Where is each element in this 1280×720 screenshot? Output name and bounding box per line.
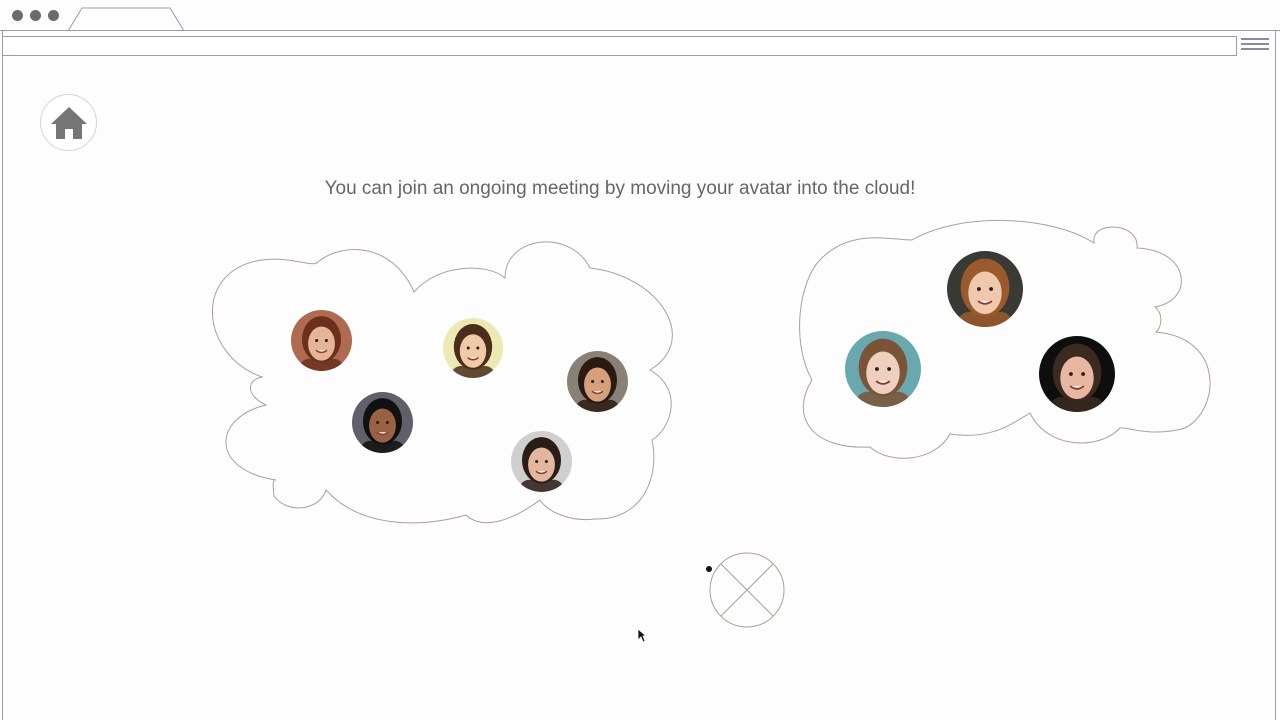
participant-6-avatar[interactable] xyxy=(947,251,1023,327)
participant-7-avatar[interactable] xyxy=(845,331,921,407)
participant-5-avatar[interactable] xyxy=(511,431,572,492)
mouse-pointer-icon xyxy=(637,628,647,643)
participant-2-avatar[interactable] xyxy=(443,318,503,378)
my-avatar-placeholder[interactable] xyxy=(708,551,786,629)
participant-4-avatar[interactable] xyxy=(352,392,413,453)
participant-8-avatar[interactable] xyxy=(1039,336,1115,412)
participant-1-avatar[interactable] xyxy=(291,310,352,371)
participant-3-avatar[interactable] xyxy=(567,351,628,412)
